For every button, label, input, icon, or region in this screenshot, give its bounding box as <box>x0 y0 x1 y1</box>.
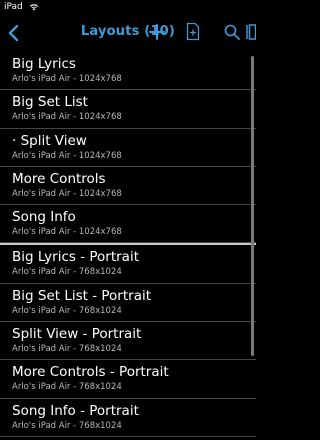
layout-name: · Split View <box>12 132 87 149</box>
layout-name: Song Info - Portrait <box>12 402 139 419</box>
status-bar: iPad <box>0 0 256 16</box>
layout-device: Arlo's iPad Air - 1024x768 <box>12 188 122 199</box>
layout-device: Arlo's iPad Air - 768x1024 <box>12 305 122 316</box>
layout-device: Arlo's iPad Air - 1024x768 <box>12 112 122 123</box>
layout-device: Arlo's iPad Air - 1024x768 <box>12 227 122 238</box>
layout-name: Big Set List <box>12 94 88 111</box>
carrier-label: iPad <box>4 2 23 12</box>
layout-name: Song Info <box>12 209 76 226</box>
list-item[interactable]: Song Info Arlo's iPad Air - 1024x768 <box>0 205 256 244</box>
layout-device: Arlo's iPad Air - 768x1024 <box>12 420 122 431</box>
wifi-icon <box>29 4 39 11</box>
list-item[interactable]: Big Set List Arlo's iPad Air - 1024x768 <box>0 90 256 129</box>
layout-device: Arlo's iPad Air - 1024x768 <box>12 150 122 161</box>
sidebar-toggle-icon[interactable] <box>244 24 256 40</box>
list-item[interactable]: Big Lyrics Arlo's iPad Air - 1024x768 <box>0 52 256 91</box>
list-item[interactable]: Big Set List - Portrait Arlo's iPad Air … <box>0 284 256 323</box>
layout-name: Big Lyrics <box>12 56 76 72</box>
layout-name: More Controls <box>12 170 106 187</box>
scrollbar[interactable] <box>251 56 254 356</box>
layout-device: Arlo's iPad Air - 768x1024 <box>12 344 122 355</box>
list-item[interactable]: Split View - Portrait Arlo's iPad Air - … <box>0 322 256 361</box>
search-icon[interactable] <box>224 23 240 41</box>
layout-device: Arlo's iPad Air - 768x1024 <box>12 382 122 393</box>
layout-name: Big Lyrics - Portrait <box>12 249 139 266</box>
layouts-list: Big Lyrics Arlo's iPad Air - 1024x768 Bi… <box>0 52 256 437</box>
layout-name: Big Set List - Portrait <box>12 287 152 304</box>
list-item[interactable]: More Controls - Portrait Arlo's iPad Air… <box>0 360 256 399</box>
layout-device: Arlo's iPad Air - 768x1024 <box>12 267 122 278</box>
layout-name: Split View - Portrait <box>12 326 142 343</box>
list-item[interactable]: · Split View Arlo's iPad Air - 1024x768 <box>0 129 256 167</box>
new-document-icon[interactable] <box>186 22 200 41</box>
list-item[interactable]: More Controls Arlo's iPad Air - 1024x768 <box>0 167 256 206</box>
page-title: Layouts (10) <box>80 24 176 39</box>
navigation-bar: Layouts (10) <box>0 16 256 52</box>
layout-device: Arlo's iPad Air - 1024x768 <box>12 74 122 84</box>
add-layout-icon[interactable] <box>149 23 165 41</box>
layout-name: More Controls - Portrait <box>12 364 169 381</box>
list-item[interactable]: Big Lyrics - Portrait Arlo's iPad Air - … <box>0 245 256 284</box>
list-item[interactable]: Song Info - Portrait Arlo's iPad Air - 7… <box>0 399 256 437</box>
